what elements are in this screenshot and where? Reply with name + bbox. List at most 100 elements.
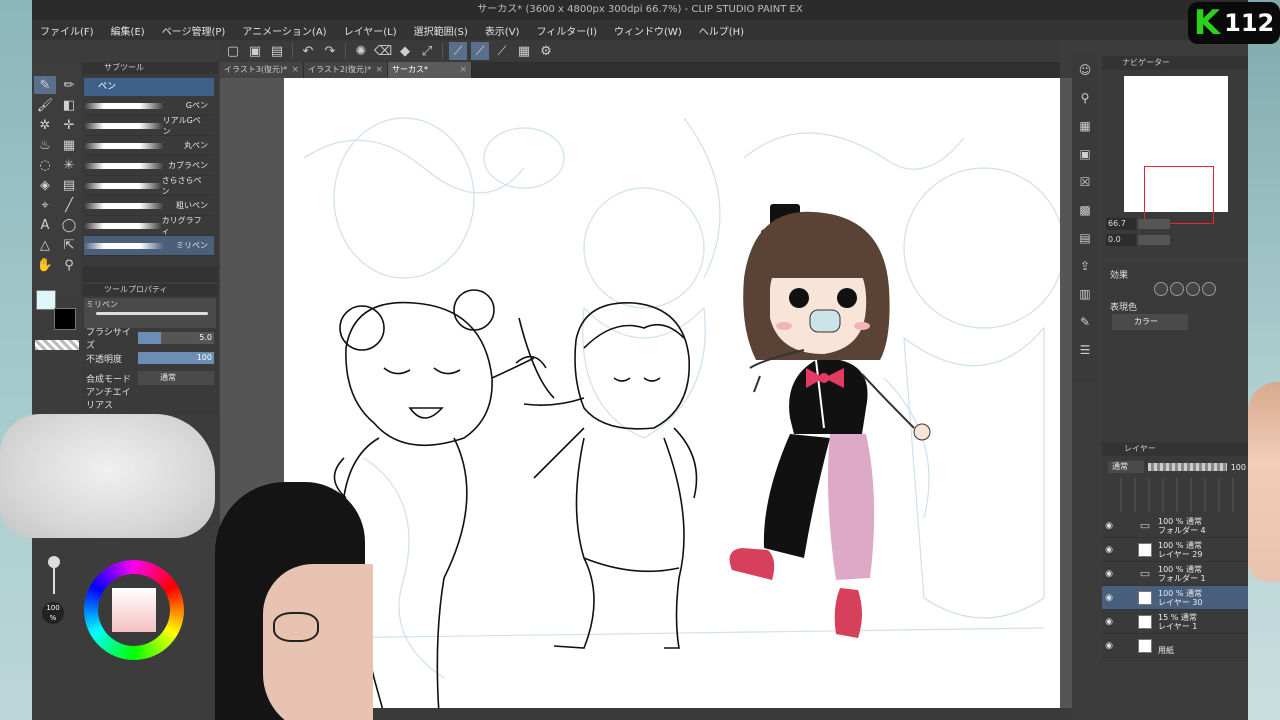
layer-opacity-slider[interactable]	[1148, 463, 1227, 471]
visibility-eye-icon[interactable]: ◉	[1102, 641, 1116, 651]
menu-layer[interactable]: レイヤー(L)	[344, 23, 397, 38]
tab-illust3[interactable]: イラスト3(復元)* ×	[220, 62, 304, 78]
zoom-value[interactable]: 66.7	[1106, 218, 1136, 230]
settings-icon[interactable]: ⚙	[537, 42, 555, 60]
figure-icon[interactable]: ☺	[1075, 60, 1095, 80]
brush-tool-icon[interactable]: 🖌	[34, 96, 56, 114]
close-icon[interactable]: ×	[375, 62, 383, 78]
expression-color-dropdown[interactable]: カラー	[1112, 314, 1188, 330]
object-tool-icon[interactable]: ⌖	[34, 196, 56, 214]
image-icon[interactable]: ▣	[1075, 144, 1095, 164]
subtool-group-pen[interactable]: ペン	[84, 78, 214, 96]
snap-ruler-icon[interactable]: ⟋	[449, 42, 467, 60]
close-icon[interactable]: ×	[459, 62, 467, 78]
drawing-canvas[interactable]	[284, 78, 1060, 714]
layer-row-folder-1[interactable]: ◉ ▭ 100 % 通常 フォルダー 1	[1102, 562, 1248, 586]
layer-row-1[interactable]: ◉ 15 % 通常 レイヤー 1	[1102, 610, 1248, 634]
clear-icon[interactable]: ⌫	[374, 42, 392, 60]
blend-tool-icon[interactable]: ♨	[34, 136, 56, 154]
menu-filter[interactable]: フィルター(I)	[536, 23, 597, 38]
move-tool-icon[interactable]: ✛	[58, 116, 80, 134]
fill-icon[interactable]: ◆	[396, 42, 414, 60]
color-saturation-square[interactable]	[112, 588, 156, 632]
balloon-tool-icon[interactable]: ◯	[58, 216, 80, 234]
visibility-eye-icon[interactable]: ◉	[1102, 569, 1116, 579]
opacity-slider[interactable]: 100	[138, 352, 214, 364]
visibility-eye-icon[interactable]: ◉	[1102, 617, 1116, 627]
close-icon[interactable]: ×	[291, 62, 299, 78]
brush-maru-pen[interactable]: 丸ペン	[84, 136, 214, 156]
snap-grid-icon[interactable]: ⟋	[471, 42, 489, 60]
gradient-tool-icon[interactable]: ▤	[58, 176, 80, 194]
transform-icon[interactable]: ⤢	[418, 42, 436, 60]
line-tool-icon[interactable]: ╱	[58, 196, 80, 214]
text-tool-icon[interactable]: A	[34, 216, 56, 234]
tab-circus[interactable]: サーカス* ×	[388, 62, 472, 78]
fill-tool-icon[interactable]: ◈	[34, 176, 56, 194]
menu-window[interactable]: ウィンドウ(W)	[614, 23, 682, 38]
edge-opacity-control[interactable]: 100 %	[40, 548, 66, 658]
brush-size-slider[interactable]: 5.0	[138, 332, 214, 344]
save-icon[interactable]: ▤	[268, 42, 286, 60]
navigator-preview[interactable]	[1124, 76, 1228, 224]
loading-icon[interactable]: ✺	[352, 42, 370, 60]
menu-selection[interactable]: 選択範囲(S)	[414, 23, 468, 38]
tone-effect-icon[interactable]	[1170, 282, 1184, 296]
magic-wand-tool-icon[interactable]: ✳	[58, 156, 80, 174]
material-icon[interactable]: ▦	[1075, 116, 1095, 136]
brush-sarasara-pen[interactable]: さらさらペン	[84, 176, 214, 196]
frame-tool-icon[interactable]: ▦	[58, 136, 80, 154]
select-tool-icon[interactable]: ⇱	[58, 236, 80, 254]
transparent-color-swatch[interactable]	[35, 340, 79, 350]
brush-kabura-pen[interactable]: カブラペン	[84, 156, 214, 176]
decoration-tool-icon[interactable]: ✲	[34, 116, 56, 134]
visibility-eye-icon[interactable]: ◉	[1102, 593, 1116, 603]
layer-blend-dropdown[interactable]: 通常	[1108, 461, 1144, 473]
snap-special-ruler-icon[interactable]: ⟋	[493, 42, 511, 60]
lasso-tool-icon[interactable]: ◌	[34, 156, 56, 174]
edit-icon[interactable]: ✎	[1075, 312, 1095, 332]
brush-real-g-pen[interactable]: リアルGペン	[84, 116, 214, 136]
layer-search-icon[interactable]: ▥	[1075, 284, 1095, 304]
layer-row-folder-4[interactable]: ◉ ▭ 100 % 通常 フォルダー 4	[1102, 514, 1248, 538]
pencil-tool-icon[interactable]: ✏	[58, 76, 80, 94]
pattern-effect-icon[interactable]	[1202, 282, 1216, 296]
layer-row-paper[interactable]: ◉ 用紙	[1102, 634, 1248, 658]
menu-edit[interactable]: 編集(E)	[111, 23, 145, 38]
hand-tool-icon[interactable]: ✋	[34, 256, 56, 274]
rotation-slider[interactable]	[1138, 235, 1170, 245]
color-wheel[interactable]	[84, 560, 184, 660]
history-icon[interactable]: ▤	[1075, 228, 1095, 248]
menu-animation[interactable]: アニメーション(A)	[242, 23, 326, 38]
eyedropper-tool-icon[interactable]: ⚲	[58, 256, 80, 274]
rotation-value[interactable]: 0.0	[1106, 234, 1136, 246]
layer-row-29[interactable]: ◉ 100 % 通常 レイヤー 29	[1102, 538, 1248, 562]
pen-tool-icon[interactable]: ✎	[34, 76, 56, 94]
layer-color-icon[interactable]	[1186, 282, 1200, 296]
document-icon[interactable]: ▦	[515, 42, 533, 60]
search-icon[interactable]: ⚲	[1075, 88, 1095, 108]
border-effect-icon[interactable]	[1154, 282, 1168, 296]
layer-toolbar[interactable]	[1108, 478, 1246, 512]
visibility-eye-icon[interactable]: ◉	[1102, 545, 1116, 555]
list-icon[interactable]: ☰	[1075, 340, 1095, 360]
close-box-icon[interactable]: ☒	[1075, 172, 1095, 192]
export-icon[interactable]: ⇪	[1075, 256, 1095, 276]
brush-calligraphy[interactable]: カリグラフィ	[84, 216, 214, 236]
eraser-tool-icon[interactable]: ◧	[58, 96, 80, 114]
main-color-swatch[interactable]	[36, 290, 56, 310]
pattern-icon[interactable]: ▩	[1075, 200, 1095, 220]
open-file-icon[interactable]: ▣	[246, 42, 264, 60]
new-file-icon[interactable]: ▢	[224, 42, 242, 60]
menu-view[interactable]: 表示(V)	[485, 23, 520, 38]
brush-g-pen[interactable]: Gペン	[84, 96, 214, 116]
tab-illust2[interactable]: イラスト2(復元)* ×	[304, 62, 388, 78]
brush-milli-pen[interactable]: ミリペン	[84, 236, 214, 256]
blend-mode-dropdown[interactable]: 通常	[138, 371, 214, 385]
undo-icon[interactable]: ↶	[299, 42, 317, 60]
menu-help[interactable]: ヘルプ(H)	[699, 23, 744, 38]
ruler-tool-icon[interactable]: △	[34, 236, 56, 254]
layer-row-30[interactable]: ◉ 100 % 通常 レイヤー 30	[1102, 586, 1248, 610]
sub-color-swatch[interactable]	[54, 308, 76, 330]
menu-page[interactable]: ページ管理(P)	[162, 23, 226, 38]
